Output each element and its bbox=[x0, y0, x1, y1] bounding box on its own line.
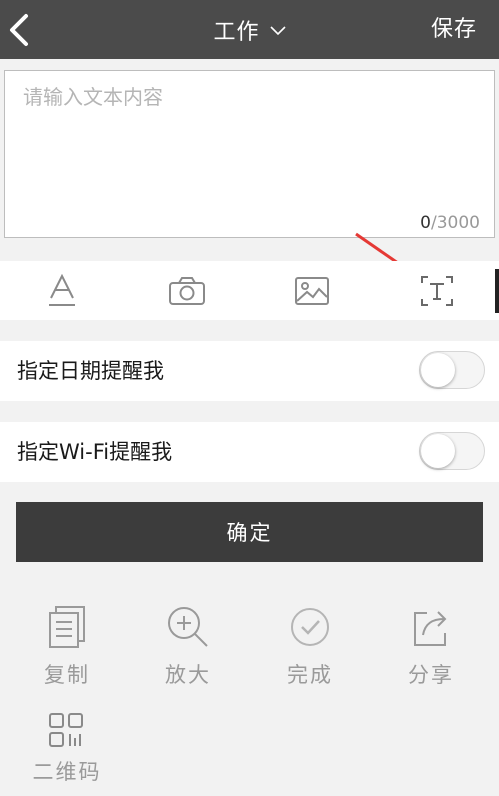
date-reminder-toggle[interactable] bbox=[419, 351, 485, 389]
image-icon bbox=[294, 276, 329, 305]
confirm-button[interactable]: 确定 bbox=[16, 502, 483, 562]
char-count-max: /3000 bbox=[431, 213, 480, 233]
image-button[interactable] bbox=[250, 261, 375, 320]
done-label: 完成 bbox=[287, 663, 333, 687]
qr-code-action[interactable]: 二维码 bbox=[17, 712, 117, 786]
page-title: 工作 bbox=[213, 19, 260, 45]
text-format-button[interactable] bbox=[0, 261, 125, 320]
toggle-knob bbox=[421, 353, 455, 387]
zoom-action[interactable]: 放大 bbox=[138, 605, 238, 689]
copy-icon bbox=[49, 606, 85, 648]
save-button[interactable]: 保存 bbox=[431, 0, 477, 59]
wifi-reminder-toggle[interactable] bbox=[419, 432, 485, 470]
share-action[interactable]: 分享 bbox=[381, 605, 481, 689]
date-reminder-row: 指定日期提醒我 bbox=[0, 341, 499, 401]
char-counter: 0/3000 bbox=[420, 213, 480, 233]
scroll-indicator bbox=[495, 269, 499, 313]
share-label: 分享 bbox=[408, 663, 454, 687]
date-reminder-label: 指定日期提醒我 bbox=[17, 359, 164, 383]
zoom-label: 放大 bbox=[165, 663, 211, 687]
copy-label: 复制 bbox=[44, 663, 90, 687]
toggle-knob bbox=[421, 434, 455, 468]
chevron-down-icon bbox=[269, 25, 286, 35]
camera-button[interactable] bbox=[125, 261, 250, 320]
top-bar: 工作 保存 bbox=[0, 0, 499, 59]
wifi-reminder-row: 指定Wi-Fi提醒我 bbox=[0, 422, 499, 482]
share-icon bbox=[414, 611, 447, 646]
done-action[interactable]: 完成 bbox=[260, 605, 360, 689]
wifi-reminder-label: 指定Wi-Fi提醒我 bbox=[17, 440, 173, 464]
qr-code-icon bbox=[49, 713, 83, 747]
copy-action[interactable]: 复制 bbox=[17, 605, 117, 689]
editor-toolbar bbox=[0, 261, 499, 320]
check-circle-icon bbox=[291, 608, 329, 646]
camera-icon bbox=[169, 276, 206, 305]
text-recognition-button[interactable] bbox=[374, 261, 499, 320]
text-format-icon bbox=[49, 273, 76, 306]
zoom-in-icon bbox=[168, 607, 208, 647]
qr-code-label: 二维码 bbox=[32, 760, 102, 784]
text-editor: 0/3000 bbox=[4, 70, 495, 238]
text-recognition-icon bbox=[420, 275, 453, 306]
title-dropdown[interactable]: 工作 bbox=[0, 0, 499, 59]
